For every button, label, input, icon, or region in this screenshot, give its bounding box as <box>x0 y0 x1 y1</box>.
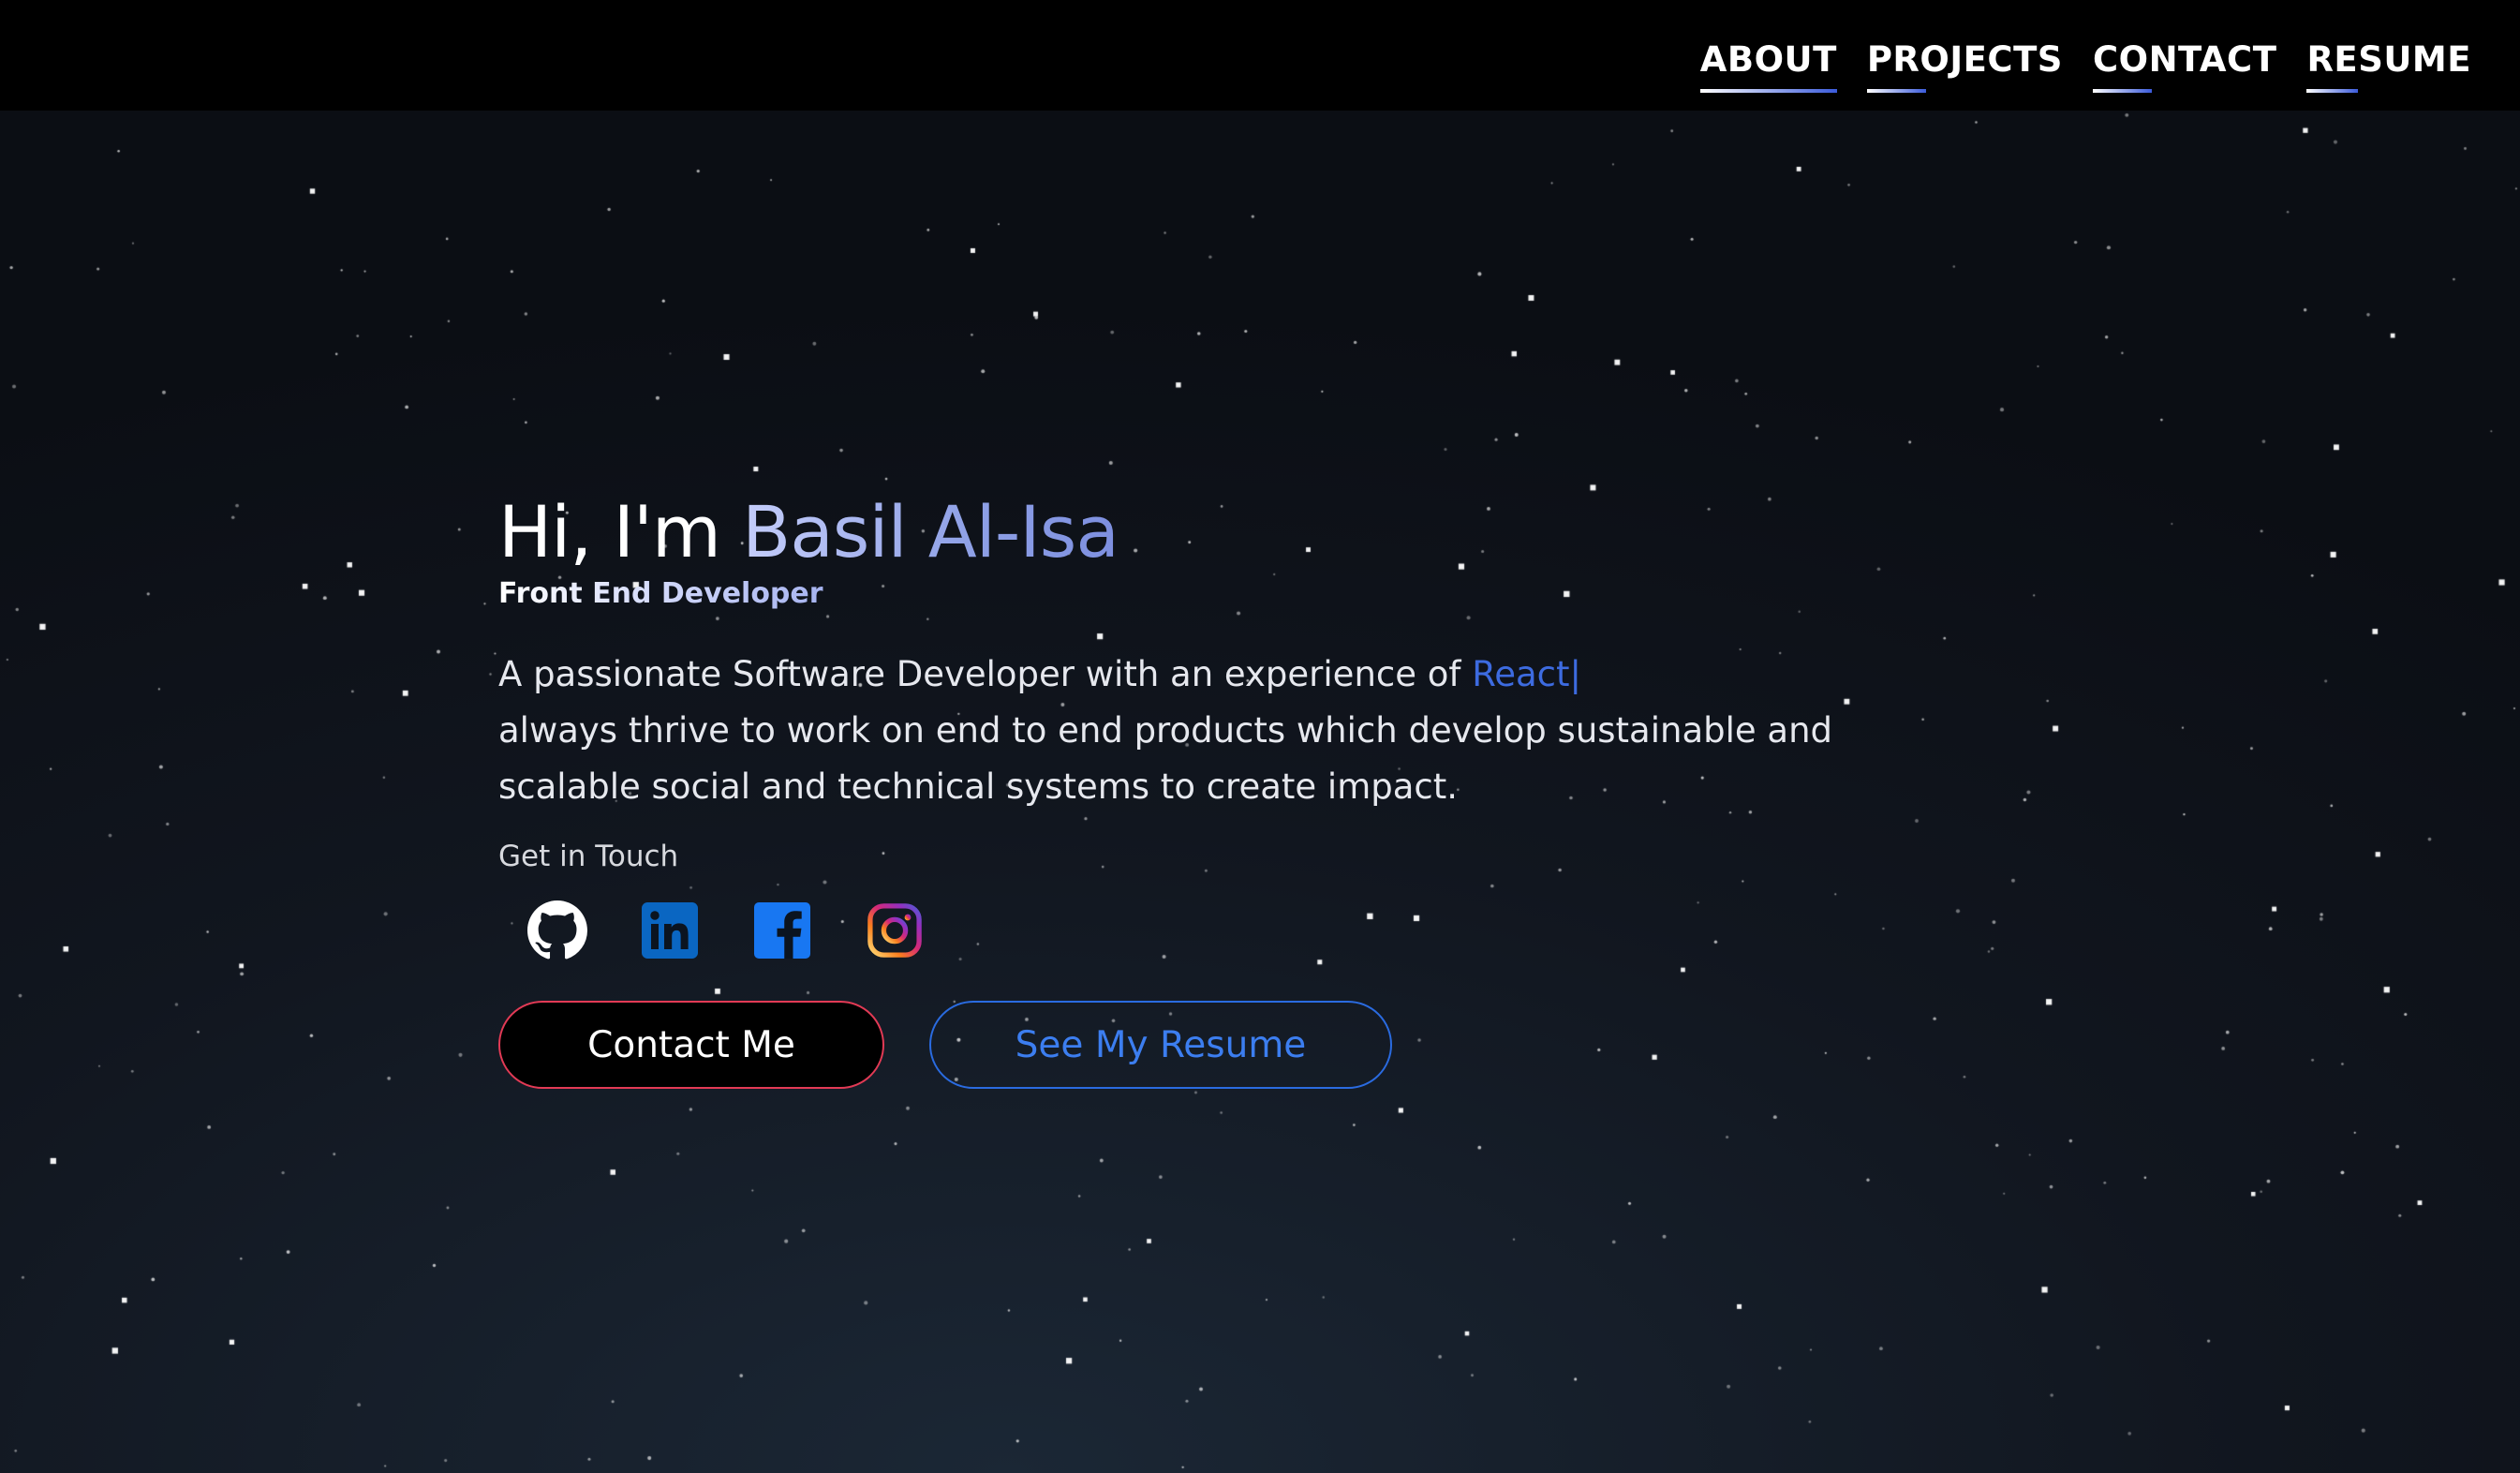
github-icon[interactable] <box>526 900 588 961</box>
nav-underline <box>2092 89 2152 93</box>
nav-link-contact[interactable]: CONTACT <box>2092 39 2277 93</box>
description-rest: always thrive to work on end to end prod… <box>498 710 1833 807</box>
nav-underline <box>1699 89 1837 93</box>
hero-role: Front End Developer <box>498 577 823 610</box>
hero-section: Hi, I'm Basil Al-Isa Front End Developer… <box>498 487 1904 1089</box>
nav-link-projects-label: PROJECTS <box>1866 39 2063 80</box>
nav-underline <box>1866 89 1926 93</box>
hero-name: Basil Al-Isa <box>742 490 1119 573</box>
navbar: ABOUT PROJECTS CONTACT RESUME <box>0 0 2520 111</box>
facebook-icon[interactable] <box>751 900 813 961</box>
nav-links: ABOUT PROJECTS CONTACT RESUME <box>1699 39 2471 93</box>
nav-link-resume-label: RESUME <box>2306 39 2471 80</box>
hero-description: A passionate Software Developer with an … <box>498 647 1866 815</box>
hero-buttons: Contact Me See My Resume <box>498 1001 1904 1089</box>
nav-link-about-label: ABOUT <box>1699 39 1837 80</box>
description-prefix: A passionate Software Developer with an … <box>498 654 1473 694</box>
instagram-icon[interactable] <box>864 900 926 961</box>
see-my-resume-button[interactable]: See My Resume <box>929 1001 1392 1089</box>
nav-underline <box>2306 89 2358 93</box>
hero-greeting: Hi, I'm Basil Al-Isa <box>498 487 1904 577</box>
typing-cursor: | <box>1569 654 1581 694</box>
nav-link-contact-label: CONTACT <box>2092 39 2277 80</box>
contact-me-button[interactable]: Contact Me <box>498 1001 884 1089</box>
greeting-prefix: Hi, I'm <box>498 490 743 573</box>
nav-link-resume[interactable]: RESUME <box>2306 39 2471 93</box>
social-links <box>498 900 1904 961</box>
typed-skill: React <box>1472 654 1570 694</box>
nav-link-projects[interactable]: PROJECTS <box>1866 39 2063 93</box>
get-in-touch-label: Get in Touch <box>498 840 679 873</box>
linkedin-icon[interactable] <box>639 900 701 961</box>
nav-link-about[interactable]: ABOUT <box>1699 39 1837 93</box>
